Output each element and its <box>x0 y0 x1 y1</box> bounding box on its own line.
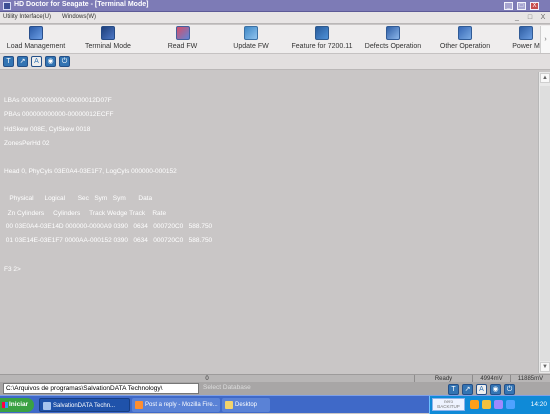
terminal-line: 01 03E14E-03E1F7 0000AA-000152 0390 0634… <box>4 237 213 244</box>
child-maximize-button[interactable]: □ <box>525 13 535 22</box>
title-bar: HD Doctor for Seagate - [Terminal Mode] … <box>0 0 550 12</box>
maximize-button[interactable]: □ <box>517 2 526 10</box>
terminal-prompt[interactable]: F3 2> <box>4 266 21 273</box>
terminal-line: Zn Cylinders Cylinders Track Wedge Track… <box>4 210 167 217</box>
update-fw-icon <box>244 26 258 40</box>
task-firefox[interactable]: Post a reply - Mozilla Fire... <box>132 398 220 412</box>
read-fw-button[interactable]: Read FW <box>160 26 205 50</box>
folder-icon <box>225 401 233 409</box>
tray-audio-icon[interactable] <box>494 400 503 409</box>
tray-network-icon[interactable] <box>482 400 491 409</box>
minimize-button[interactable]: _ <box>504 2 513 10</box>
read-fw-icon <box>175 26 190 40</box>
clock: 14:20 <box>530 401 547 408</box>
window-title: HD Doctor for Seagate - [Terminal Mode] <box>14 1 149 8</box>
power-management-button[interactable]: Power M <box>509 26 543 50</box>
scroll-up-button[interactable]: ▲ <box>540 73 550 83</box>
firefox-icon <box>135 401 143 409</box>
command-bar: C:\Arquivos de programas\SalvationDATA T… <box>0 382 550 395</box>
power-management-icon <box>519 26 533 40</box>
cmd-power-icon[interactable]: ⏻ <box>504 384 515 395</box>
app-icon <box>43 402 51 410</box>
toolbar-scroll-right[interactable]: › <box>540 26 550 53</box>
terminal-line: LBAs 000000000000-00000012D07F <box>4 97 112 104</box>
status-bar: 0 Ready 4994mV 11885mV <box>0 374 550 383</box>
cmd-arrow-icon[interactable]: ↗ <box>462 384 473 395</box>
terminal-line: PBAs 000000000000-00000012ECFF <box>4 111 114 118</box>
defects-operation-icon <box>386 26 400 40</box>
windows-flag-icon <box>2 402 8 408</box>
terminal-mode-button[interactable]: Terminal Mode <box>82 26 134 50</box>
close-button[interactable]: X <box>530 2 539 10</box>
start-button[interactable]: Iniciar <box>0 398 34 412</box>
menu-bar: Utility Interface(U) Windows(W) _ □ X <box>0 12 550 24</box>
terminal-line: Head 0, PhyCyls 03E0A4-03E1F7, LogCyls 0… <box>4 168 177 175</box>
path-field[interactable]: C:\Arquivos de programas\SalvationDATA T… <box>3 383 199 394</box>
terminal-scrollbar[interactable]: ▲ ▼ <box>538 72 550 373</box>
main-toolbar: Load Management Terminal Mode Read FW Up… <box>0 25 550 54</box>
terminal-mode-icon <box>101 26 115 40</box>
cmd-t-icon[interactable]: T <box>448 384 459 395</box>
app-icon <box>3 2 11 10</box>
feature-icon <box>315 26 329 40</box>
t-icon[interactable]: T <box>3 56 14 67</box>
terminal-output[interactable]: LBAs 000000000000-00000012D07F PBAs 0000… <box>0 71 538 374</box>
terminal-line: Physical Logical Sec Sym Sym Data <box>4 195 153 202</box>
menu-utility-interface[interactable]: Utility Interface(U) <box>3 14 51 20</box>
load-management-icon <box>29 26 43 40</box>
terminal-line: HdSkew 008E, CylSkew 0018 <box>4 126 91 133</box>
select-database-label[interactable]: Select Database <box>203 384 251 391</box>
update-fw-button[interactable]: Update FW <box>230 26 272 50</box>
scroll-down-button[interactable]: ▼ <box>540 362 550 372</box>
system-tray: nero BACKITUP 14:20 <box>429 396 550 414</box>
terminal-toolbar: T ↗ A ◉ ⏻ <box>0 54 550 70</box>
defects-operation-button[interactable]: Defects Operation <box>361 26 425 50</box>
tray-security-icon[interactable] <box>470 400 479 409</box>
start-label: Iniciar <box>9 401 29 408</box>
nero-backitup-icon[interactable]: nero BACKITUP <box>432 398 465 411</box>
cmd-record-icon[interactable]: ◉ <box>490 384 501 395</box>
other-operation-icon <box>458 26 472 40</box>
a-icon[interactable]: A <box>31 56 42 67</box>
load-management-button[interactable]: Load Management <box>4 26 68 50</box>
arrow-icon[interactable]: ↗ <box>17 56 28 67</box>
other-operation-button[interactable]: Other Operation <box>435 26 495 50</box>
task-desktop[interactable]: Desktop <box>222 398 270 412</box>
power-icon[interactable]: ⏻ <box>59 56 70 67</box>
feature-7200-11-button[interactable]: Feature for 7200.11 <box>286 26 358 50</box>
terminal-line: 00 03E0A4-03E14D 000000-0000A9 0390 0634… <box>4 223 213 230</box>
terminal-line: ZonesPerHd 02 <box>4 140 50 147</box>
scroll-thumb[interactable] <box>540 86 550 361</box>
tray-update-icon[interactable] <box>506 400 515 409</box>
child-minimize-button[interactable]: _ <box>512 13 522 22</box>
task-salvationdata[interactable]: SalvationDATA Techn... <box>39 398 130 412</box>
record-icon[interactable]: ◉ <box>45 56 56 67</box>
cmd-a-icon[interactable]: A <box>476 384 487 395</box>
child-close-button[interactable]: X <box>538 13 548 22</box>
taskbar: Iniciar SalvationDATA Techn... Post a re… <box>0 395 550 414</box>
menu-windows[interactable]: Windows(W) <box>62 14 96 20</box>
